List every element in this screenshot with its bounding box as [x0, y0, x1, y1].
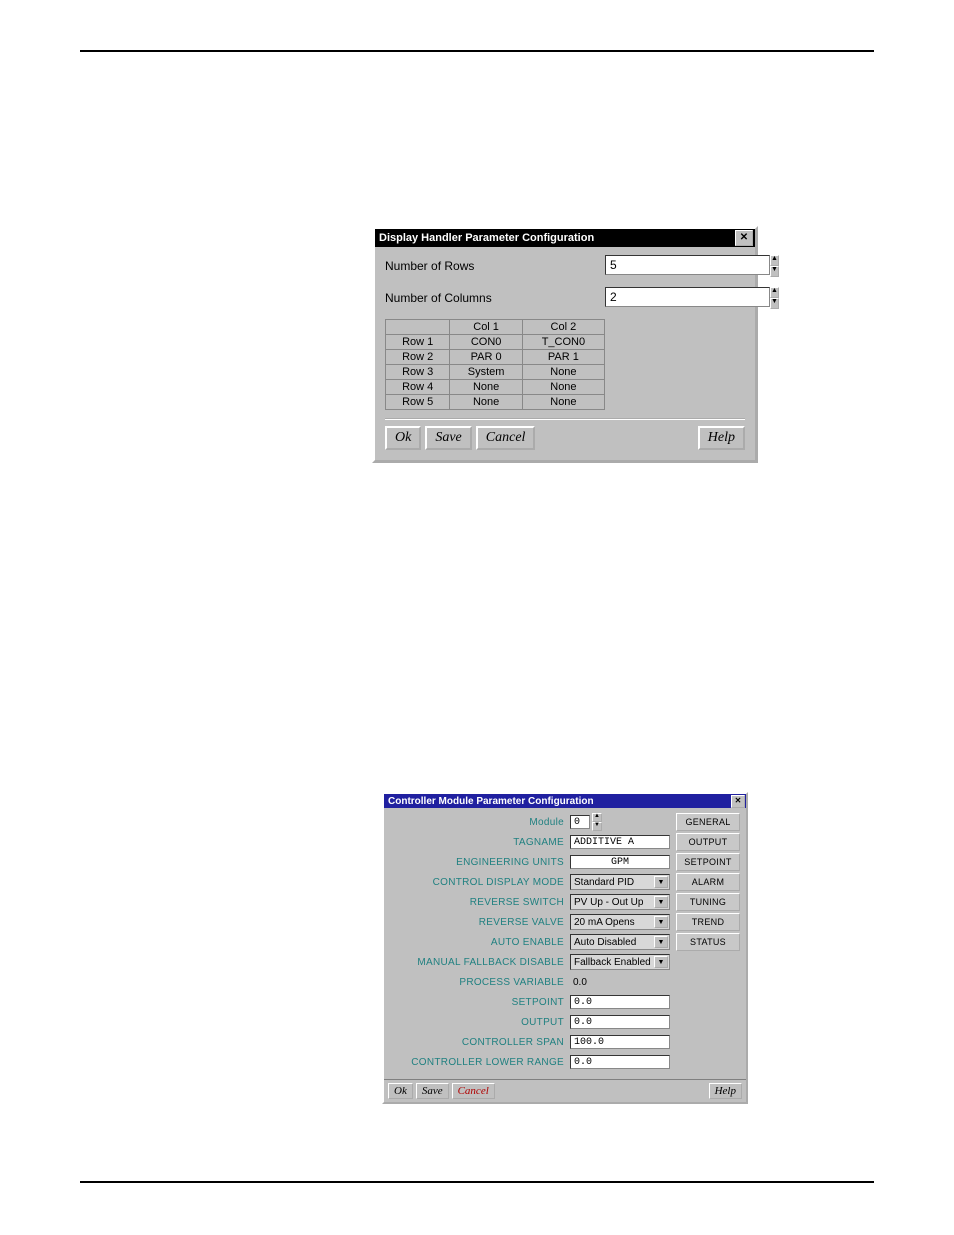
reverse-valve-select[interactable]: 20 mA Opens▼ [570, 914, 670, 930]
close-icon[interactable] [735, 230, 753, 246]
output-label: OUTPUT [390, 1017, 570, 1028]
tab-alarm[interactable]: ALARM [676, 873, 740, 891]
tab-trend[interactable]: TREND [676, 913, 740, 931]
tab-general[interactable]: GENERAL [676, 813, 740, 831]
auto-enable-select[interactable]: Auto Disabled▼ [570, 934, 670, 950]
dialog-title: Display Handler Parameter Configuration [379, 232, 594, 244]
dialog-title: Controller Module Parameter Configuratio… [388, 796, 594, 807]
cancel-button[interactable]: Cancel [452, 1083, 495, 1099]
ok-button[interactable]: Ok [385, 426, 421, 450]
controller-module-dialog: Controller Module Parameter Configuratio… [382, 792, 748, 1104]
table-header: Col 2 [522, 320, 604, 335]
pv-value: 0.0 [570, 977, 587, 988]
chevron-down-icon[interactable]: ▼ [654, 876, 668, 888]
spin-up-icon[interactable]: ▲ [770, 255, 779, 266]
table-header [386, 320, 450, 335]
table-row: Row 5 None None [386, 395, 605, 410]
spin-up-icon[interactable]: ▲ [770, 287, 779, 298]
table-row: Row 4 None None [386, 380, 605, 395]
tab-setpoint[interactable]: SETPOINT [676, 853, 740, 871]
reverse-switch-select[interactable]: PV Up - Out Up▼ [570, 894, 670, 910]
chevron-down-icon[interactable]: ▼ [654, 956, 668, 968]
dialog-titlebar[interactable]: Display Handler Parameter Configuration [375, 229, 755, 247]
reverse-switch-label: REVERSE SWITCH [390, 897, 570, 908]
cols-label: Number of Columns [385, 291, 605, 305]
cols-input[interactable] [605, 287, 770, 307]
rows-label: Number of Rows [385, 259, 605, 273]
output-input[interactable] [570, 1015, 670, 1029]
rows-input[interactable] [605, 255, 770, 275]
spin-up-icon[interactable]: ▲ [592, 813, 602, 822]
save-button[interactable]: Save [416, 1083, 449, 1099]
setpoint-input[interactable] [570, 995, 670, 1009]
tab-tuning[interactable]: TUNING [676, 893, 740, 911]
control-mode-label: CONTROL DISPLAY MODE [390, 877, 570, 888]
top-rule [80, 50, 874, 52]
help-button[interactable]: Help [709, 1083, 742, 1099]
cancel-button[interactable]: Cancel [476, 426, 536, 450]
tab-output[interactable]: OUTPUT [676, 833, 740, 851]
setpoint-label: SETPOINT [390, 997, 570, 1008]
span-label: CONTROLLER SPAN [390, 1037, 570, 1048]
tab-status[interactable]: STATUS [676, 933, 740, 951]
fallback-select[interactable]: Fallback Enabled▼ [570, 954, 670, 970]
ok-button[interactable]: Ok [388, 1083, 413, 1099]
tagname-label: TAGNAME [390, 837, 570, 848]
auto-enable-label: AUTO ENABLE [390, 937, 570, 948]
control-mode-select[interactable]: Standard PID▼ [570, 874, 670, 890]
tagname-input[interactable] [570, 835, 670, 849]
chevron-down-icon[interactable]: ▼ [654, 896, 668, 908]
table-row: Row 2 PAR 0 PAR 1 [386, 350, 605, 365]
display-handler-dialog: Display Handler Parameter Configuration … [372, 226, 758, 463]
table-row: Row 3 System None [386, 365, 605, 380]
layout-table: Col 1 Col 2 Row 1 CON0 T_CON0 Row 2 PAR … [385, 319, 605, 410]
save-button[interactable]: Save [425, 426, 471, 450]
units-input[interactable] [570, 855, 670, 869]
units-label: ENGINEERING UNITS [390, 857, 570, 868]
spin-down-icon[interactable]: ▼ [592, 822, 602, 831]
dialog-titlebar[interactable]: Controller Module Parameter Configuratio… [384, 794, 746, 808]
bottom-rule [80, 1181, 874, 1183]
span-input[interactable] [570, 1035, 670, 1049]
module-input[interactable] [570, 815, 590, 829]
chevron-down-icon[interactable]: ▼ [654, 936, 668, 948]
close-icon[interactable] [731, 795, 745, 808]
pv-label: PROCESS VARIABLE [390, 977, 570, 988]
help-button[interactable]: Help [698, 426, 745, 450]
table-header: Col 1 [450, 320, 522, 335]
module-label: Module [390, 817, 570, 828]
chevron-down-icon[interactable]: ▼ [654, 916, 668, 928]
spin-down-icon[interactable]: ▼ [770, 298, 779, 309]
lower-label: CONTROLLER LOWER RANGE [390, 1057, 570, 1068]
reverse-valve-label: REVERSE VALVE [390, 917, 570, 928]
lower-input[interactable] [570, 1055, 670, 1069]
table-row: Row 1 CON0 T_CON0 [386, 335, 605, 350]
spin-down-icon[interactable]: ▼ [770, 266, 779, 277]
fallback-label: MANUAL FALLBACK DISABLE [390, 957, 570, 968]
